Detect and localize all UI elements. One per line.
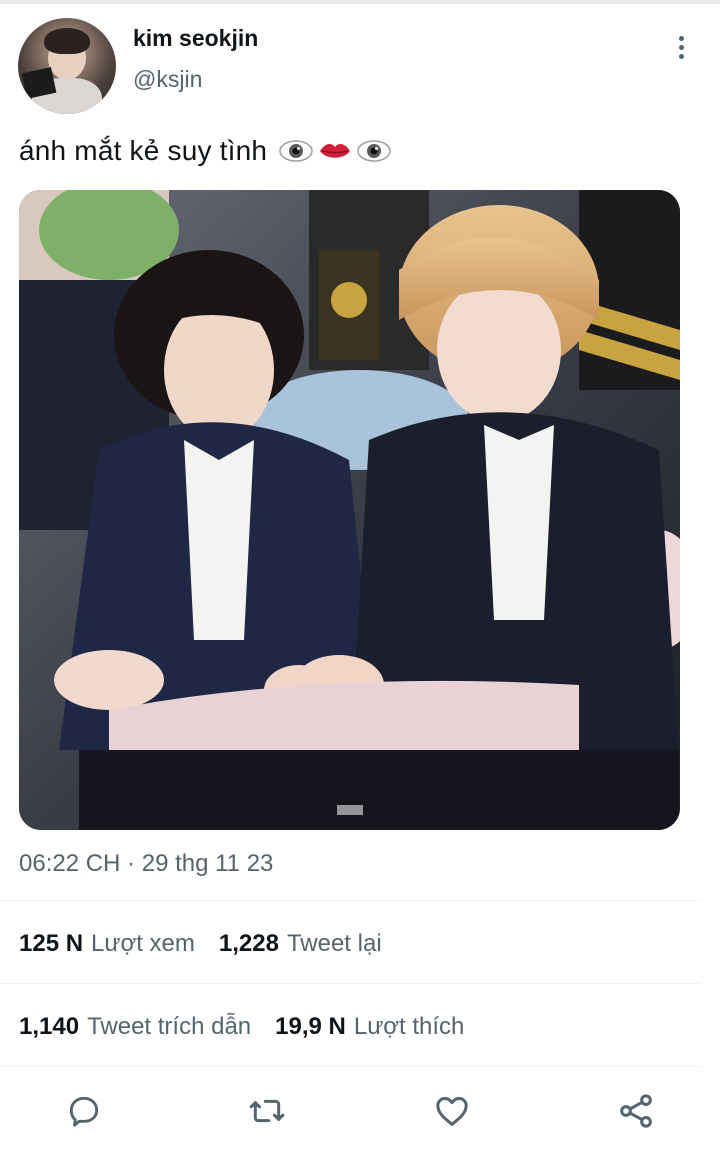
photo-illustration xyxy=(19,190,680,830)
more-dot-icon xyxy=(678,44,684,50)
quotes-label[interactable]: Tweet trích dẫn xyxy=(87,1013,251,1041)
avatar-hair xyxy=(44,28,90,54)
views-label[interactable]: Lượt xem xyxy=(91,930,195,958)
stats-row-quotes-likes: 1,140 Tweet trích dẫn 19,9 N Lượt thích xyxy=(19,1013,488,1041)
tweet-text-row: ánh mắt kẻ suy tình xyxy=(19,135,391,167)
user-name[interactable]: kim seokjin xyxy=(133,25,258,52)
stats-divider-bottom xyxy=(0,1066,700,1067)
stats-divider-top xyxy=(0,900,700,901)
user-handle[interactable]: @ksjin xyxy=(133,66,202,93)
tweet-emojis xyxy=(279,140,391,162)
top-divider xyxy=(0,0,720,4)
reply-button[interactable] xyxy=(62,1089,106,1133)
eye-icon xyxy=(279,140,313,162)
tweet-timestamp[interactable]: 06:22 CH · 29 thg 11 23 xyxy=(19,850,273,878)
like-button[interactable] xyxy=(430,1089,474,1133)
share-button[interactable] xyxy=(614,1089,658,1133)
likes-count: 19,9 N xyxy=(275,1013,346,1040)
eye-icon xyxy=(357,140,391,162)
share-icon xyxy=(620,1094,652,1128)
more-dot-icon xyxy=(678,53,684,59)
quotes-count: 1,140 xyxy=(19,1013,80,1040)
tweet-actions-bar xyxy=(0,1085,720,1137)
more-options-button[interactable] xyxy=(664,30,698,64)
retweets-count: 1,228 xyxy=(218,930,279,957)
views-count: 125 N xyxy=(19,930,84,957)
more-dot-icon xyxy=(678,35,684,41)
retweet-button[interactable] xyxy=(245,1089,289,1133)
retweet-icon xyxy=(249,1099,285,1123)
retweets-label[interactable]: Tweet lại xyxy=(287,930,382,958)
reply-icon xyxy=(69,1096,99,1127)
lips-icon xyxy=(320,144,351,158)
tweet-photo[interactable] xyxy=(19,190,680,830)
stats-row-views-retweets: 125 N Lượt xem 1,228 Tweet lại xyxy=(19,930,406,958)
likes-label[interactable]: Lượt thích xyxy=(354,1013,465,1041)
tweet-text: ánh mắt kẻ suy tình xyxy=(19,135,268,166)
like-icon xyxy=(436,1097,468,1126)
stats-divider-middle xyxy=(0,983,700,984)
avatar[interactable] xyxy=(18,18,116,114)
